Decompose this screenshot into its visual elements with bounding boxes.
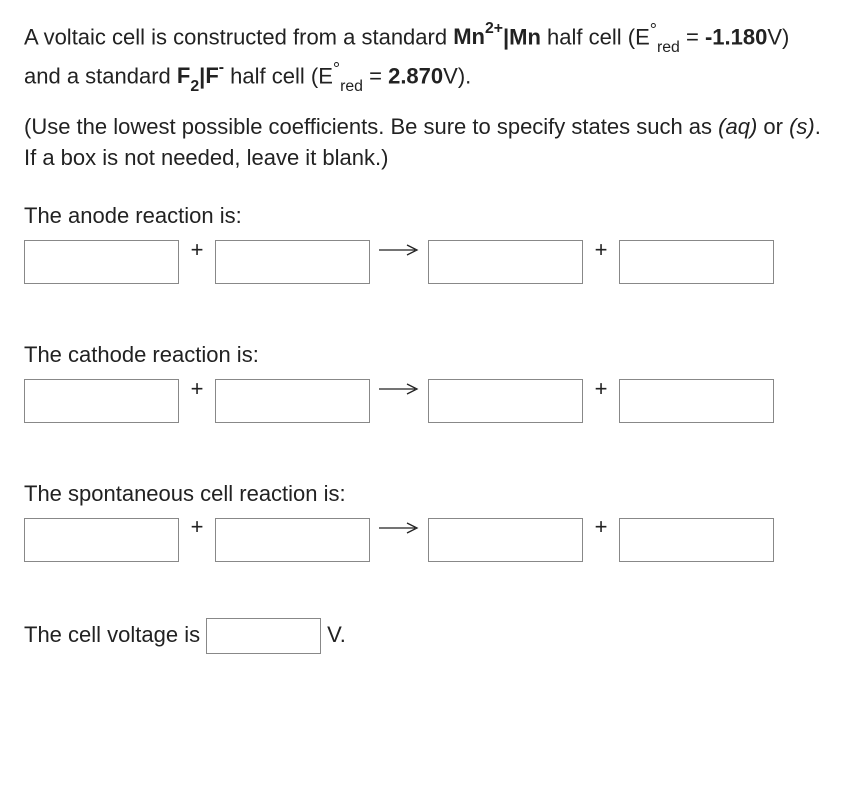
plus-symbol: + xyxy=(587,235,615,266)
anode-reactant-2[interactable] xyxy=(215,240,370,284)
voltage-row: The cell voltage is V. xyxy=(24,618,821,654)
cathode-product-1[interactable] xyxy=(428,379,583,423)
voltage-input[interactable] xyxy=(206,618,321,654)
plus-symbol: + xyxy=(587,374,615,405)
anode-reactant-1[interactable] xyxy=(24,240,179,284)
plus-symbol: + xyxy=(183,235,211,266)
spontaneous-product-1[interactable] xyxy=(428,518,583,562)
plus-symbol: + xyxy=(183,512,211,543)
arrow-icon xyxy=(374,521,424,535)
anode-product-2[interactable] xyxy=(619,240,774,284)
instructions-paragraph: (Use the lowest possible coefficients. B… xyxy=(24,112,821,174)
arrow-icon xyxy=(374,243,424,257)
spontaneous-reaction-row: + + xyxy=(24,518,821,562)
voltage-label: The cell voltage is xyxy=(24,620,200,651)
spontaneous-product-2[interactable] xyxy=(619,518,774,562)
cathode-reactant-1[interactable] xyxy=(24,379,179,423)
spontaneous-reactant-2[interactable] xyxy=(215,518,370,562)
anode-product-1[interactable] xyxy=(428,240,583,284)
plus-symbol: + xyxy=(183,374,211,405)
anode-label: The anode reaction is: xyxy=(24,201,821,232)
anode-reaction-row: + + xyxy=(24,240,821,284)
cathode-reactant-2[interactable] xyxy=(215,379,370,423)
cathode-product-2[interactable] xyxy=(619,379,774,423)
cathode-label: The cathode reaction is: xyxy=(24,340,821,371)
voltage-unit: V. xyxy=(327,620,346,651)
plus-symbol: + xyxy=(587,512,615,543)
intro-paragraph: A voltaic cell is constructed from a sta… xyxy=(24,18,821,96)
spontaneous-label: The spontaneous cell reaction is: xyxy=(24,479,821,510)
arrow-icon xyxy=(374,382,424,396)
spontaneous-reactant-1[interactable] xyxy=(24,518,179,562)
cathode-reaction-row: + + xyxy=(24,379,821,423)
